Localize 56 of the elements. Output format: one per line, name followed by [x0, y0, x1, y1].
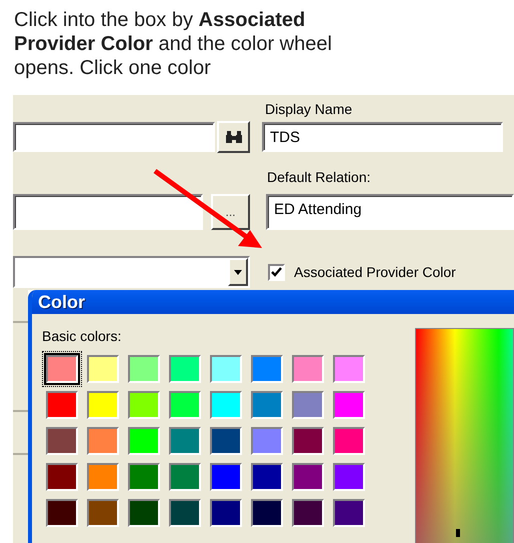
color-swatch[interactable] — [333, 355, 365, 383]
color-swatch[interactable] — [333, 499, 365, 527]
color-swatch[interactable] — [46, 391, 78, 419]
dropdown-button[interactable] — [228, 258, 248, 286]
color-swatch[interactable] — [210, 391, 242, 419]
color-swatch[interactable] — [292, 463, 324, 491]
input-field[interactable]: ED Attending — [266, 194, 514, 230]
color-swatch[interactable] — [46, 499, 78, 527]
color-swatch[interactable] — [292, 355, 324, 383]
window-title: Color — [38, 292, 85, 312]
binoculars-icon — [224, 130, 242, 144]
color-swatch[interactable] — [251, 463, 283, 491]
color-swatch[interactable] — [128, 499, 160, 527]
color-swatch[interactable] — [87, 499, 119, 527]
color-swatch[interactable] — [169, 499, 201, 527]
checkbox-label[interactable]: Associated Provider Color — [294, 264, 456, 280]
color-swatch[interactable] — [210, 463, 242, 491]
input-field[interactable] — [13, 122, 215, 152]
color-swatch[interactable] — [87, 391, 119, 419]
dropdown-field[interactable] — [13, 256, 250, 288]
color-swatch[interactable] — [292, 427, 324, 455]
input-field[interactable] — [13, 194, 203, 230]
color-swatch[interactable] — [128, 427, 160, 455]
color-swatch[interactable] — [251, 391, 283, 419]
color-swatch[interactable] — [128, 355, 160, 383]
color-swatch[interactable] — [87, 355, 119, 383]
color-swatch[interactable] — [210, 427, 242, 455]
color-swatch[interactable] — [210, 499, 242, 527]
color-swatch[interactable] — [169, 355, 201, 383]
color-swatch[interactable] — [128, 463, 160, 491]
field-label: Display Name — [265, 101, 352, 117]
color-swatch[interactable] — [251, 499, 283, 527]
color-swatch[interactable] — [333, 391, 365, 419]
color-swatch[interactable] — [251, 355, 283, 383]
color-swatch[interactable] — [210, 355, 242, 383]
search-button[interactable] — [217, 121, 250, 153]
section-label: Basic colors: — [42, 328, 122, 344]
color-swatch[interactable] — [46, 463, 78, 491]
color-swatch[interactable] — [87, 463, 119, 491]
color-swatch[interactable] — [169, 427, 201, 455]
color-swatch[interactable] — [169, 391, 201, 419]
input-field[interactable]: TDS — [262, 122, 503, 152]
color-swatch[interactable] — [333, 427, 365, 455]
color-swatch[interactable] — [292, 391, 324, 419]
color-swatch[interactable] — [292, 499, 324, 527]
caret-icon — [234, 270, 242, 274]
color-spectrum[interactable] — [415, 328, 514, 543]
color-swatch[interactable] — [87, 427, 119, 455]
color-swatch[interactable] — [333, 463, 365, 491]
instruction-text: Click into the box by Associated Provider Color and the color wheel opens. Click one color — [13, 8, 333, 81]
field-label: Default Relation: — [267, 168, 371, 184]
color-swatch[interactable] — [128, 391, 160, 419]
checkbox[interactable] — [268, 264, 285, 280]
color-swatch[interactable] — [46, 427, 78, 455]
color-swatch[interactable] — [251, 427, 283, 455]
color-swatch[interactable] — [169, 463, 201, 491]
